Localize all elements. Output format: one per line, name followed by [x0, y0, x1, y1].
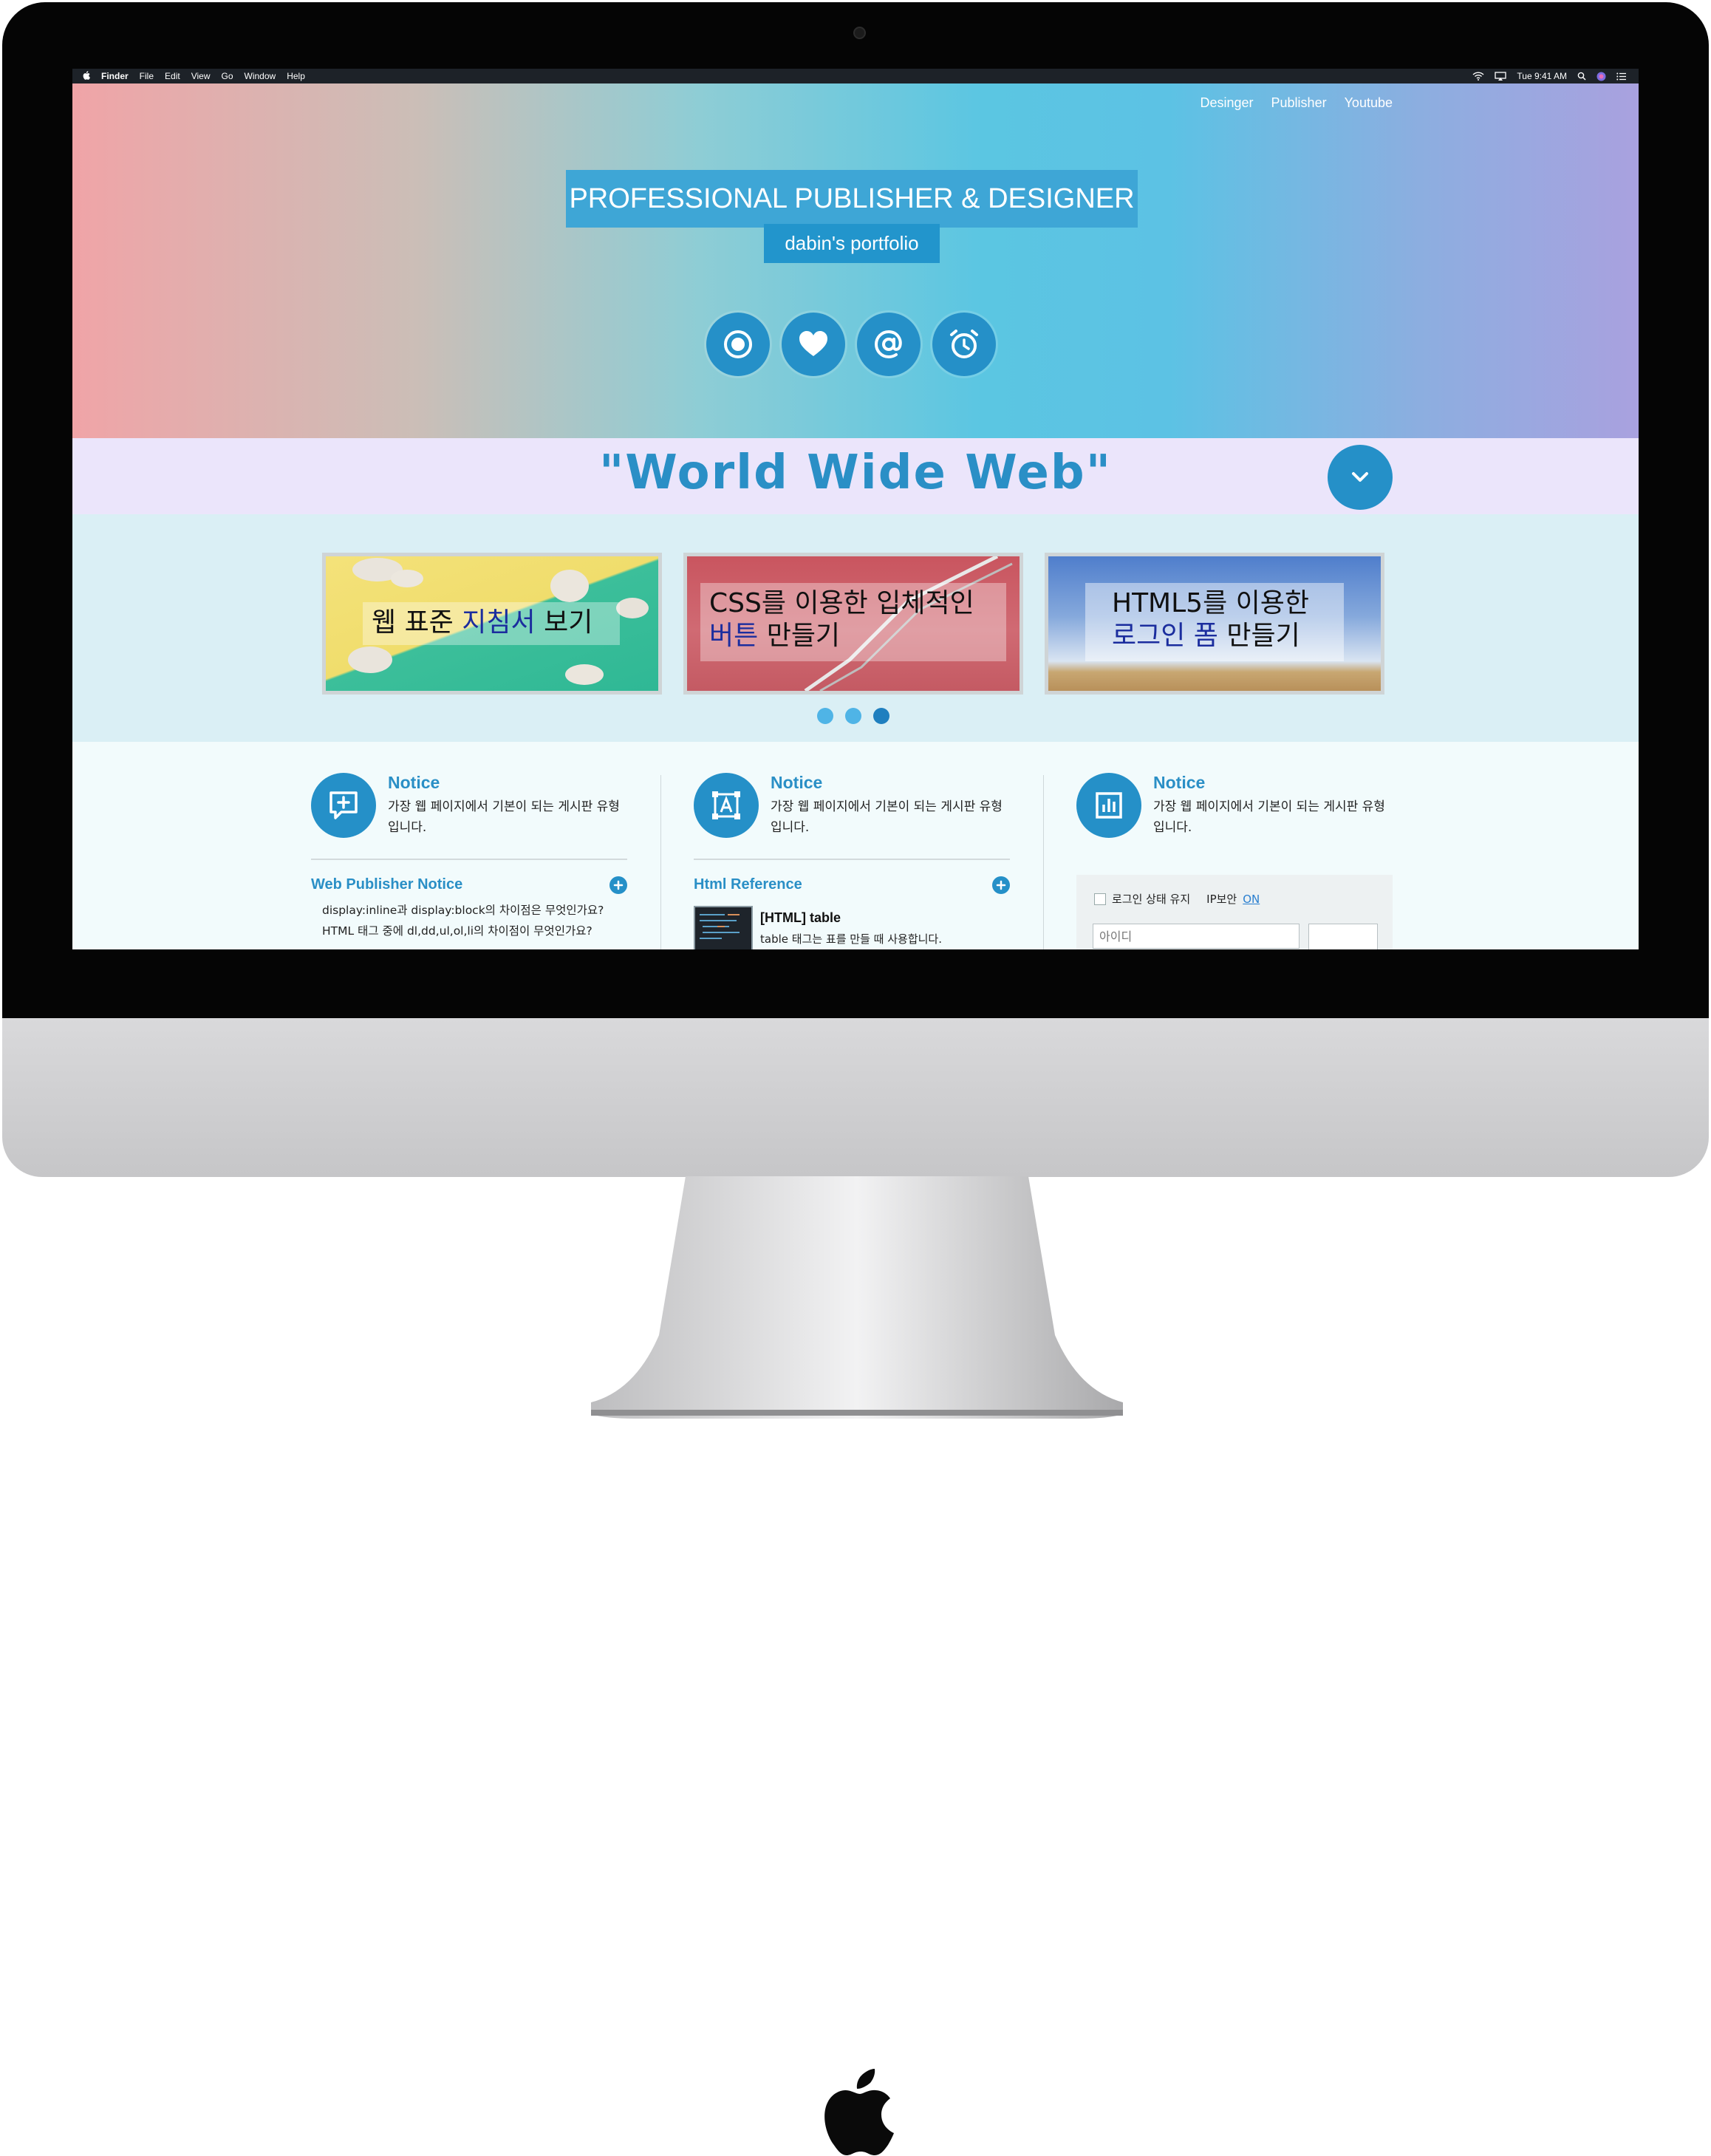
- slider-pagination: [817, 708, 889, 724]
- slider-dot-1[interactable]: [817, 708, 833, 724]
- login-button[interactable]: [1308, 924, 1378, 949]
- siri-icon[interactable]: [1596, 72, 1606, 81]
- text-frame-icon: [694, 773, 759, 838]
- hero-icon-row: [706, 313, 996, 376]
- slide-caption: HTML5를 이용한 로그인 폼 만들기: [1112, 588, 1310, 651]
- menu-help[interactable]: Help: [287, 71, 305, 81]
- spotlight-search-icon[interactable]: [1577, 72, 1586, 81]
- mac-menubar: Finder File Edit View Go Window Help Tue…: [72, 69, 1639, 83]
- plus-message-icon: [311, 773, 376, 838]
- nav-link-designer[interactable]: Desinger: [1200, 95, 1253, 111]
- board-title[interactable]: Web Publisher Notice: [311, 876, 462, 893]
- slide-html5-login[interactable]: HTML5를 이용한 로그인 폼 만들기: [1045, 553, 1384, 695]
- menu-file[interactable]: File: [140, 71, 154, 81]
- login-form: 로그인 상태 유지 IP보안 ON: [1076, 875, 1393, 949]
- login-options: 로그인 상태 유지 IP보안 ON: [1094, 891, 1260, 907]
- notice-description: 가장 웹 페이지에서 기본이 되는 게시판 유형 입니다.: [1153, 799, 1385, 835]
- notice-title: Notice: [1153, 773, 1206, 792]
- airplay-icon[interactable]: [1495, 72, 1507, 81]
- tutorial-slider: 웹 표준 지침서 보기 CSS를 이용한 입체적인 버튼 만들기 HTML5를 …: [72, 514, 1639, 742]
- bar-chart-icon: [1076, 773, 1141, 838]
- menu-window[interactable]: Window: [245, 71, 276, 81]
- reference-description: table 태그는 표를 만들 때 사용합니다.: [760, 932, 943, 946]
- divider: [694, 859, 1010, 860]
- id-input[interactable]: [1093, 924, 1300, 949]
- notice-title: Notice: [388, 773, 440, 792]
- menubar-clock[interactable]: Tue 9:41 AM: [1517, 71, 1567, 81]
- board-list: display:inline과 display:block의 차이점은 무엇인가…: [322, 900, 604, 941]
- reference-thumbnail[interactable]: [694, 906, 753, 949]
- alarm-clock-icon[interactable]: [932, 313, 996, 376]
- column-divider: [660, 775, 661, 949]
- ip-security-toggle[interactable]: ON: [1243, 893, 1260, 906]
- camera-icon: [853, 27, 866, 39]
- list-item[interactable]: display:inline과 display:block의 차이점은 무엇인가…: [322, 900, 604, 921]
- menu-edit[interactable]: Edit: [165, 71, 180, 81]
- keep-login-label[interactable]: 로그인 상태 유지: [1112, 891, 1190, 907]
- notice-title: Notice: [771, 773, 823, 792]
- at-sign-icon[interactable]: [857, 313, 921, 376]
- banner-text: "World Wide Web": [598, 446, 1113, 500]
- slider-dot-2[interactable]: [845, 708, 861, 724]
- slide-caption: CSS를 이용한 입체적인 버튼 만들기: [709, 588, 974, 651]
- slide-caption: 웹 표준 지침서 보기: [372, 607, 593, 638]
- apple-menu-icon[interactable]: [83, 71, 90, 80]
- scroll-down-button[interactable]: [1328, 445, 1393, 510]
- notification-center-icon[interactable]: [1616, 72, 1627, 81]
- slide-web-standards[interactable]: 웹 표준 지침서 보기: [322, 553, 662, 695]
- ip-security-label: IP보안: [1206, 893, 1237, 906]
- www-banner: "World Wide Web": [72, 438, 1639, 514]
- divider: [311, 859, 627, 860]
- chevron-down-icon: [1352, 472, 1368, 482]
- apple-logo-icon: [824, 2069, 894, 2155]
- nav-link-publisher[interactable]: Publisher: [1271, 95, 1327, 111]
- hero-title: PROFESSIONAL PUBLISHER & DESIGNER: [566, 170, 1138, 228]
- board-title[interactable]: Html Reference: [694, 876, 802, 893]
- menu-go[interactable]: Go: [222, 71, 233, 81]
- menubar-app-name[interactable]: Finder: [101, 71, 129, 81]
- slider-dot-3[interactable]: [873, 708, 889, 724]
- nav-link-youtube[interactable]: Youtube: [1345, 95, 1393, 111]
- content-section: Notice 가장 웹 페이지에서 기본이 되는 게시판 유형 입니다. Web…: [72, 742, 1639, 949]
- reference-title[interactable]: [HTML] table: [760, 910, 841, 926]
- more-plus-icon[interactable]: [992, 876, 1010, 894]
- monitor-stand: [591, 1176, 1123, 1419]
- wifi-icon[interactable]: [1472, 72, 1484, 81]
- keep-login-checkbox[interactable]: [1094, 893, 1106, 905]
- hero-subtitle: dabin's portfolio: [764, 224, 940, 263]
- list-item[interactable]: HTML 태그 중에 dl,dd,ul,ol,li의 차이점이 무엇인가요?: [322, 921, 604, 941]
- target-icon[interactable]: [706, 313, 770, 376]
- hero-section: Desinger Publisher Youtube PROFESSIONAL …: [72, 83, 1639, 438]
- top-nav: Desinger Publisher Youtube: [1200, 95, 1393, 111]
- heart-icon[interactable]: [782, 313, 845, 376]
- monitor-chin: [2, 1018, 1709, 2155]
- more-plus-icon[interactable]: [609, 876, 627, 894]
- column-divider: [1043, 775, 1044, 949]
- notice-description: 가장 웹 페이지에서 기본이 되는 게시판 유형 입니다.: [388, 799, 620, 835]
- menu-view[interactable]: View: [191, 71, 211, 81]
- slide-css-buttons[interactable]: CSS를 이용한 입체적인 버튼 만들기: [683, 553, 1023, 695]
- notice-description: 가장 웹 페이지에서 기본이 되는 게시판 유형 입니다.: [771, 799, 1003, 835]
- screen: Finder File Edit View Go Window Help Tue…: [72, 69, 1639, 949]
